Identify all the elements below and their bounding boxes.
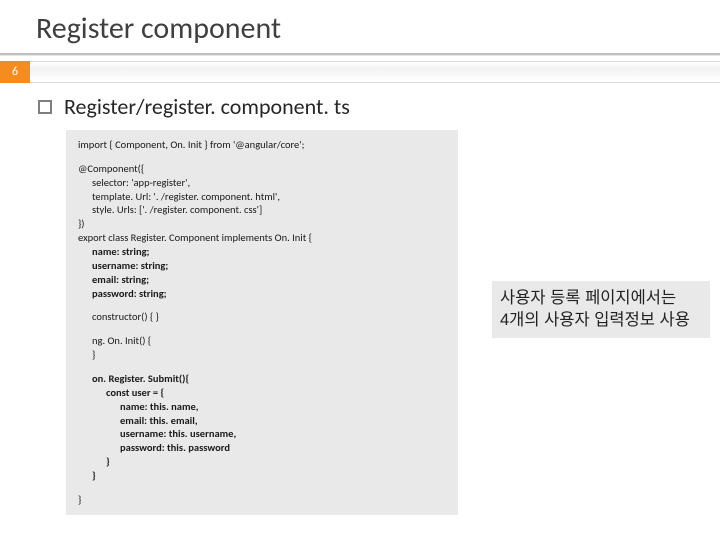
code-line: username: string; [78,259,446,273]
code-block: import { Component, On. Init } from '@an… [66,130,458,515]
code-line: } [78,455,446,469]
code-line: style. Urls: ['. /register. component. c… [78,203,446,217]
page-bar: 6 [0,61,720,83]
code-line: const user = { [78,386,446,400]
code-line: } [78,348,446,362]
callout-line: 4개의 사용자 입력정보 사용 [500,309,702,331]
callout-box: 사용자 등록 페이지에서는 4개의 사용자 입력정보 사용 [492,281,710,338]
code-line: on. Register. Submit(){ [78,372,446,386]
content-area: Register/register. component. ts import … [0,83,720,515]
code-line: constructor() { } [78,310,446,324]
code-line: ng. On. Init() { [78,334,446,348]
code-line: export class Register. Component impleme… [78,231,446,245]
code-line: import { Component, On. Init } from '@an… [78,138,446,152]
code-line: @Component({ [78,162,446,176]
code-line: username: this. username, [78,427,446,441]
square-bullet-icon [38,100,52,114]
code-line: name: string; [78,245,446,259]
page-bar-line [30,61,720,83]
callout-line: 사용자 등록 페이지에서는 [500,287,702,309]
code-line: name: this. name, [78,400,446,414]
code-line: password: this. password [78,441,446,455]
subtitle-text: Register/register. component. ts [64,93,350,120]
code-line: selector: 'app-register', [78,176,446,190]
page-number-badge: 6 [0,61,30,83]
code-line: email: this. email, [78,414,446,428]
slide-title-area: Register component [0,0,720,55]
code-line: template. Url: '. /register. component. … [78,190,446,204]
code-line: email: string; [78,273,446,287]
code-line: } [78,493,446,507]
subtitle-row: Register/register. component. ts [38,93,720,120]
code-line: }) [78,217,446,231]
code-line: password: string; [78,287,446,301]
code-line: } [78,469,446,483]
slide-title: Register component [36,10,720,47]
